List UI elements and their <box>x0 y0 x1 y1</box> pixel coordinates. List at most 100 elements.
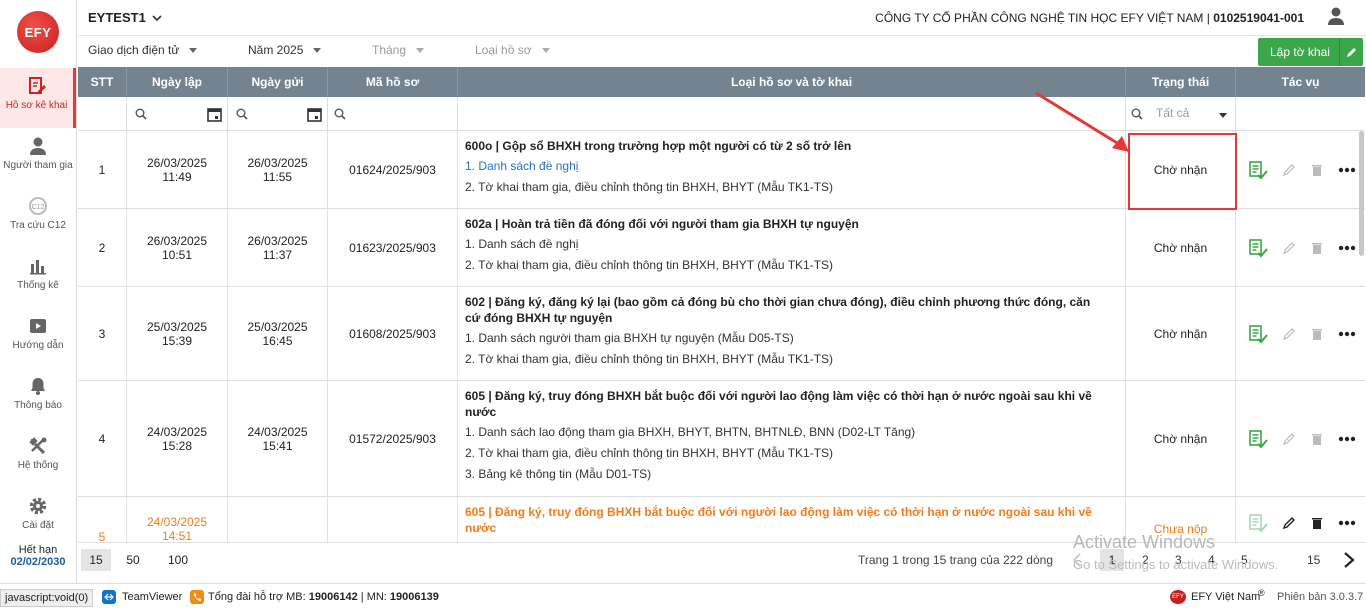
activation-watermark-text: Go to Settings to activate Windows. <box>1073 557 1279 572</box>
document-title[interactable]: 600o | Gộp sổ BHXH trong trường hợp một … <box>465 138 1119 154</box>
col-header-type: Loại hồ sơ và tờ khai <box>458 67 1126 97</box>
sidebar-item-cai-dat[interactable]: Cài đặt <box>0 488 76 548</box>
document-line[interactable]: 2. Tờ khai tham gia, điều chỉnh thông ti… <box>465 257 1119 274</box>
col-header-sent[interactable]: Ngày gửi <box>228 67 328 97</box>
document-title[interactable]: 602a | Hoàn trả tiền đã đóng đối với ngư… <box>465 216 1119 232</box>
edit-icon[interactable] <box>1282 516 1296 530</box>
edit-icon[interactable] <box>1282 432 1296 446</box>
created-cell: 24/03/2025 15:28 <box>127 381 228 497</box>
filter-month[interactable]: Tháng <box>372 43 425 57</box>
document-line[interactable]: 2. Tờ khai tham gia, điều chỉnh thông ti… <box>465 351 1119 368</box>
caret-down-icon <box>416 48 425 54</box>
more-icon[interactable] <box>1338 520 1356 526</box>
page-size-option[interactable]: 15 <box>81 549 111 571</box>
sent-cell <box>228 497 328 542</box>
document-line[interactable]: 1. Danh sách lao động tham gia BHXH, BHY… <box>465 424 1119 441</box>
sidebar-item-nguoi-tham-gia[interactable]: Người tham gia <box>0 128 76 188</box>
filter-bar: Giao dịch điện tử Năm 2025 Tháng Loại hồ… <box>78 36 1366 66</box>
page-button[interactable]: 15 <box>1307 553 1320 567</box>
user-icon[interactable] <box>1326 6 1346 26</box>
teamviewer-link[interactable]: TeamViewer <box>122 591 182 603</box>
sidebar-item-huong-dan[interactable]: Hướng dẫn <box>0 308 76 368</box>
version-label: Phiên bản 3.0.3.7 <box>1277 591 1364 603</box>
sidebar: EFY Hồ sơ kê khai Người tham gia C12 Tra… <box>0 0 77 583</box>
document-line[interactable]: 2. Tờ khai tham gia, điều chỉnh thông ti… <box>465 179 1119 196</box>
edit-icon[interactable] <box>1282 327 1296 341</box>
code-filter[interactable] <box>328 97 458 131</box>
created-date: 25/03/2025 <box>146 319 208 334</box>
sidebar-item-he-thong[interactable]: Hệ thống <box>0 428 76 488</box>
next-page-icon[interactable] <box>1343 552 1355 568</box>
created-cell: 24/03/2025 14:51 <box>127 497 228 542</box>
col-header-created[interactable]: Ngày lập <box>127 67 228 97</box>
status-highlight-box <box>1128 133 1237 210</box>
submit-document-icon[interactable] <box>1248 238 1268 258</box>
pencil-icon <box>1339 38 1363 66</box>
status-filter[interactable]: Tất cả <box>1126 97 1236 131</box>
more-icon[interactable] <box>1338 436 1356 442</box>
calendar-icon[interactable] <box>307 107 322 122</box>
hotline-mb: 19006142 <box>308 591 358 603</box>
filter-label: Giao dịch điện tử <box>88 43 180 57</box>
sidebar-item-ho-so[interactable]: Hồ sơ kê khai <box>0 68 76 128</box>
create-declaration-button[interactable]: Lập tờ khai <box>1258 38 1363 66</box>
trash-icon[interactable] <box>1310 516 1324 530</box>
scrollbar[interactable] <box>1359 131 1364 256</box>
sidebar-item-thong-bao[interactable]: Thông báo <box>0 368 76 428</box>
sent-date: 26/03/2025 <box>247 155 308 170</box>
code-cell <box>328 497 458 542</box>
page-size-option[interactable]: 100 <box>164 549 192 571</box>
document-title[interactable]: 605 | Đăng ký, truy đóng BHXH bắt buộc đ… <box>465 504 1105 536</box>
hotline-label: Tổng đài hỗ trợ MB: <box>208 591 306 603</box>
search-icon <box>236 108 248 120</box>
more-icon[interactable] <box>1338 245 1356 251</box>
sent-date-filter[interactable] <box>228 97 328 131</box>
caret-down-icon <box>541 48 550 54</box>
page-size-option[interactable]: 50 <box>120 549 146 571</box>
sidebar-item-tra-cuu[interactable]: C12 Tra cứu C12 <box>0 188 76 248</box>
calendar-icon[interactable] <box>207 107 222 122</box>
caret-down-icon <box>1219 113 1227 118</box>
document-line[interactable]: 1. Danh sách đề nghị <box>465 236 1119 253</box>
gear-icon <box>29 497 47 515</box>
more-icon[interactable] <box>1338 331 1356 337</box>
account-selector[interactable]: EYTEST1 <box>88 10 162 25</box>
created-date: 24/03/2025 <box>146 424 208 439</box>
status-filter-value: Tất cả <box>1156 106 1190 120</box>
teamviewer-icon[interactable] <box>102 590 116 604</box>
trash-icon[interactable] <box>1310 327 1324 341</box>
filter-transaction-type[interactable]: Giao dịch điện tử <box>88 43 198 57</box>
submit-document-icon[interactable] <box>1248 429 1268 449</box>
edit-icon[interactable] <box>1282 163 1296 177</box>
edit-icon[interactable] <box>1282 241 1296 255</box>
hotline-info: Tổng đài hỗ trợ MB: 19006142 | MN: 19006… <box>208 591 439 603</box>
document-line[interactable]: 1. Danh sách người tham gia BHXH tự nguy… <box>465 330 1119 347</box>
caret-down-icon <box>313 48 322 54</box>
document-line[interactable]: 1. Danh sách đề nghị <box>465 158 1119 175</box>
document-line[interactable]: 2. Tờ khai tham gia, điều chỉnh thông ti… <box>465 445 1119 462</box>
submit-document-icon[interactable] <box>1248 324 1268 344</box>
created-cell: 26/03/2025 11:49 <box>127 131 228 209</box>
search-icon <box>135 108 147 120</box>
created-time: 15:28 <box>161 438 193 453</box>
stt-cell: 2 <box>78 209 127 287</box>
filter-year[interactable]: Năm 2025 <box>248 43 322 57</box>
sidebar-item-thong-ke[interactable]: Thống kê <box>0 248 76 308</box>
submit-document-icon[interactable] <box>1248 513 1268 533</box>
col-header-code[interactable]: Mã hồ sơ <box>328 67 458 97</box>
trash-icon[interactable] <box>1310 241 1324 255</box>
sent-date: 24/03/2025 <box>247 424 308 439</box>
caret-down-icon <box>189 48 198 54</box>
document-line[interactable]: 3. Bảng kê thông tin (Mẫu D01-TS) <box>465 466 1119 483</box>
submit-document-icon[interactable] <box>1248 160 1268 180</box>
document-title[interactable]: 605 | Đăng ký, truy đóng BHXH bắt buộc đ… <box>465 388 1105 420</box>
more-icon[interactable] <box>1338 167 1356 173</box>
document-title[interactable]: 602 | Đăng ký, đăng ký lại (bao gồm cả đ… <box>465 294 1105 326</box>
code-cell: 01624/2025/903 <box>328 131 458 209</box>
efy-logo[interactable]: EFY <box>17 11 59 53</box>
created-date-filter[interactable] <box>127 97 228 131</box>
trash-icon[interactable] <box>1310 163 1324 177</box>
actions-cell <box>1236 497 1365 542</box>
trash-icon[interactable] <box>1310 432 1324 446</box>
filter-document-type[interactable]: Loại hồ sơ <box>475 43 550 57</box>
